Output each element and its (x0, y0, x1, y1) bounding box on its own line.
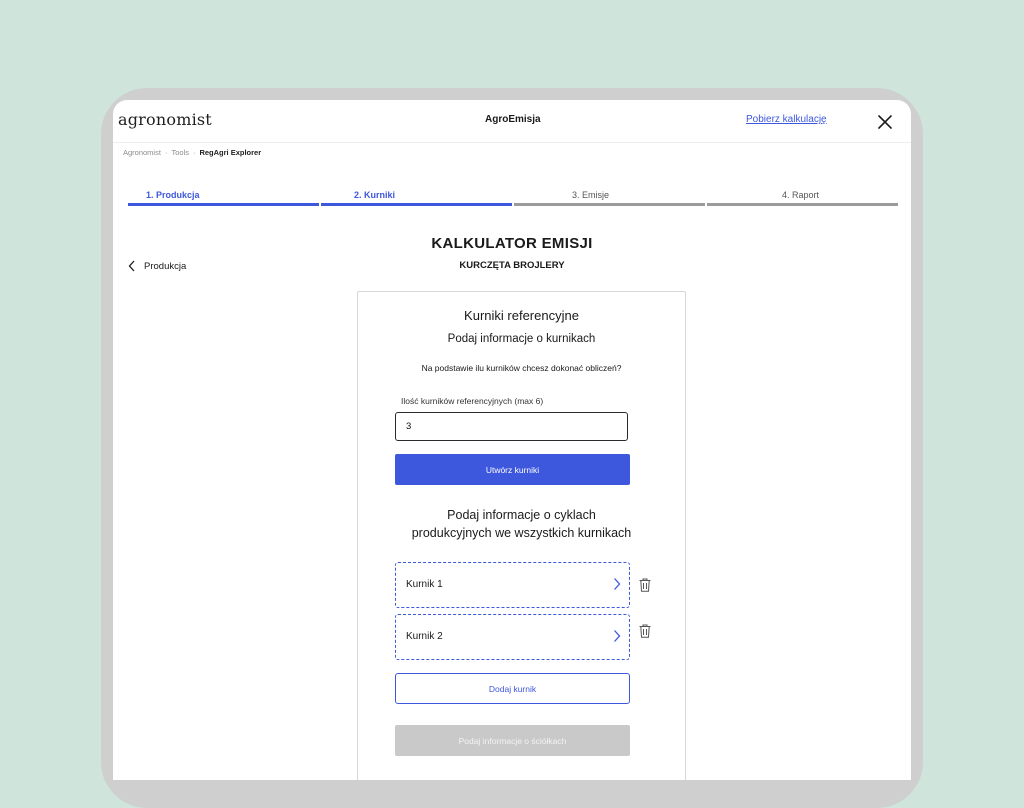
cycles-heading: Podaj informacje o cyklach produkcyjnych… (378, 506, 665, 542)
close-icon (878, 115, 892, 129)
step-label: 1. Produkcja (146, 190, 200, 200)
step-raport[interactable]: 4. Raport (707, 190, 898, 206)
create-coops-button[interactable]: Utwórz kurniki (395, 454, 630, 485)
litter-info-button: Podaj informacje o ściółkach (395, 725, 630, 756)
cycles-heading-line: Podaj informacje o cyklach (447, 508, 596, 522)
coop-count-label: Ilość kurników referencyjnych (max 6) (401, 396, 544, 406)
back-button[interactable]: Produkcja (128, 260, 186, 272)
reference-coops-card: Kurniki referencyjne Podaj informacje o … (357, 291, 686, 780)
breadcrumb-item-current: RegAgri Explorer (199, 148, 262, 157)
chevron-left-icon (128, 260, 135, 272)
coop-count-input[interactable] (395, 412, 628, 441)
step-label: 3. Emisje (572, 190, 610, 200)
progress-stepper: 1. Produkcja 2. Kurniki 3. Emisje 4. Rap… (128, 190, 898, 206)
breadcrumb-item-tools[interactable]: Tools (171, 148, 189, 157)
page-title: KALKULATOR EMISJI (431, 235, 593, 252)
breadcrumb-separator: · (192, 148, 196, 157)
trash-icon[interactable] (639, 578, 651, 592)
top-bar: agronomist AgroEmisja Pobierz kalkulację (113, 100, 911, 143)
cycles-heading-line: produkcyjnych we wszystkich kurnikach (411, 526, 632, 540)
chevron-right-icon (614, 630, 621, 642)
app-screen: agronomist AgroEmisja Pobierz kalkulację… (113, 100, 911, 780)
coop-item-name: Kurnik 2 (406, 631, 443, 642)
breadcrumb: Agronomist · Tools · RegAgri Explorer (123, 148, 261, 157)
coop-count-question: Na podstawie ilu kurników chcesz dokonać… (421, 363, 622, 373)
step-kurniki[interactable]: 2. Kurniki (321, 190, 512, 206)
step-produkcja[interactable]: 1. Produkcja (128, 190, 319, 206)
coop-item-name: Kurnik 1 (406, 579, 443, 590)
app-title: AgroEmisja (485, 114, 541, 125)
breadcrumb-separator: · (164, 148, 168, 157)
breadcrumb-item-agronomist[interactable]: Agronomist (123, 148, 161, 157)
page-subtitle: KURCZĘTA BROJLERY (459, 260, 565, 271)
step-label: 2. Kurniki (354, 190, 396, 200)
close-button[interactable] (875, 112, 895, 132)
card-subtitle: Podaj informacje o kurnikach (447, 333, 596, 345)
step-label: 4. Raport (782, 190, 820, 200)
logo[interactable]: agronomist (118, 110, 212, 129)
card-title: Kurniki referencyjne (464, 308, 579, 323)
chevron-right-icon (614, 578, 621, 590)
coop-item-1[interactable]: Kurnik 1 (395, 562, 630, 608)
trash-icon[interactable] (639, 624, 651, 638)
step-emisje[interactable]: 3. Emisje (514, 190, 705, 206)
back-button-label: Produkcja (144, 260, 187, 272)
download-calculation-link[interactable]: Pobierz kalkulację (746, 114, 827, 125)
add-coop-button[interactable]: Dodaj kurnik (395, 673, 630, 704)
coop-item-2[interactable]: Kurnik 2 (395, 614, 630, 660)
